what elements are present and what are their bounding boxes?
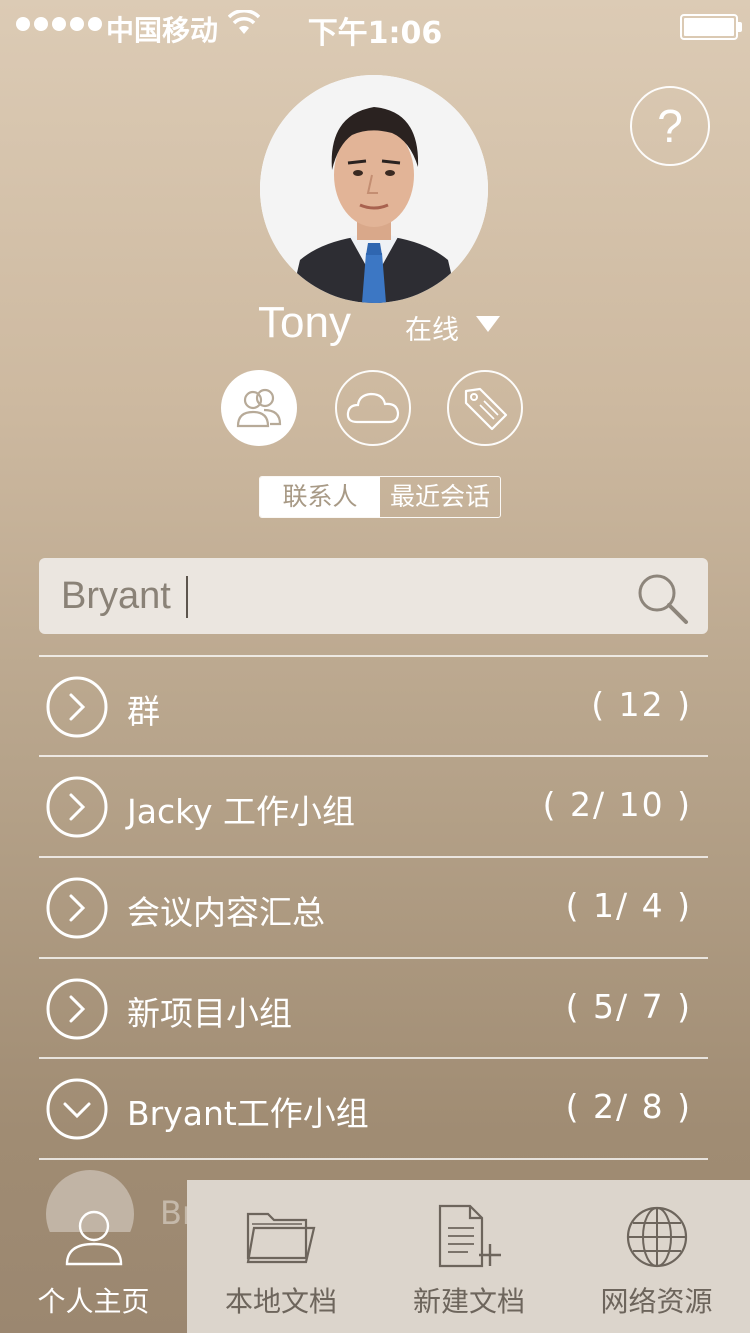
search-input[interactable] — [61, 568, 621, 624]
status-bar: 中国移动 下午1:06 — [0, 0, 750, 52]
group-label: 新项目小组 — [127, 994, 292, 1033]
help-icon: ? — [657, 100, 683, 152]
tab-label: 个人主页 — [37, 1285, 150, 1318]
tab-label: 本地文档 — [224, 1285, 337, 1318]
person-icon — [65, 1210, 122, 1266]
tab-label: 新建文档 — [412, 1285, 525, 1318]
help-button[interactable]: ? — [630, 86, 710, 166]
avatar-photo — [260, 75, 488, 303]
chevron-down-icon[interactable] — [45, 1077, 109, 1141]
bottom-tab-bar: 个人主页 本地文档 新建文档 网络资源 — [0, 1180, 750, 1333]
search-icon[interactable] — [634, 570, 690, 626]
contacts-icon — [236, 388, 282, 428]
group-row-group[interactable]: 群 ( 12 ) — [39, 657, 708, 757]
cloud-button[interactable] — [335, 370, 411, 446]
chevron-right-icon[interactable] — [45, 876, 109, 940]
group-label: Jacky 工作小组 — [127, 792, 356, 831]
search-bar — [39, 558, 708, 634]
globe-icon — [626, 1206, 687, 1268]
avatar[interactable] — [260, 75, 488, 303]
chevron-right-icon[interactable] — [45, 977, 109, 1041]
group-label: Bryant工作小组 — [127, 1094, 369, 1133]
presence-dropdown-icon[interactable] — [476, 316, 500, 332]
tab-new-document[interactable]: 新建文档 — [375, 1180, 563, 1333]
group-row-jacky[interactable]: Jacky 工作小组 ( 2/ 10 ) — [39, 757, 708, 857]
group-label: 会议内容汇总 — [127, 893, 325, 932]
text-cursor — [186, 576, 188, 618]
group-label: 群 — [127, 692, 160, 731]
tab-recent-conversations[interactable]: 最近会话 — [380, 477, 500, 517]
group-count: ( 1/ 4 ) — [565, 886, 692, 925]
tab-contacts[interactable]: 联系人 — [260, 477, 380, 517]
presence-status[interactable]: 在线 — [405, 308, 459, 347]
group-row-new-project[interactable]: 新项目小组 ( 5/ 7 ) — [39, 959, 708, 1059]
battery-icon — [680, 14, 742, 40]
contacts-button[interactable] — [221, 370, 297, 446]
group-count: ( 2/ 8 ) — [565, 1087, 692, 1126]
contacts-segmented-control: 联系人 最近会话 — [259, 476, 501, 518]
group-count: ( 5/ 7 ) — [565, 987, 692, 1026]
chevron-right-icon[interactable] — [45, 775, 109, 839]
status-time: 下午1:06 — [307, 16, 443, 51]
cloud-icon — [346, 392, 400, 424]
tag-button[interactable] — [447, 370, 523, 446]
chevron-right-icon[interactable] — [45, 675, 109, 739]
tag-icon — [464, 387, 508, 431]
group-count: ( 2/ 10 ) — [542, 785, 692, 824]
tab-personal-home[interactable]: 个人主页 — [0, 1180, 187, 1333]
group-row-bryant[interactable]: Bryant工作小组 ( 2/ 8 ) — [39, 1059, 708, 1159]
group-count: ( 12 ) — [591, 685, 692, 724]
folder-icon — [246, 1212, 316, 1264]
tab-web-resources[interactable]: 网络资源 — [563, 1180, 750, 1333]
tab-label: 网络资源 — [600, 1285, 713, 1318]
tab-local-documents[interactable]: 本地文档 — [187, 1180, 375, 1333]
profile-name: Tony — [258, 298, 351, 347]
new-document-icon — [438, 1204, 501, 1268]
group-row-meeting[interactable]: 会议内容汇总 ( 1/ 4 ) — [39, 858, 708, 958]
